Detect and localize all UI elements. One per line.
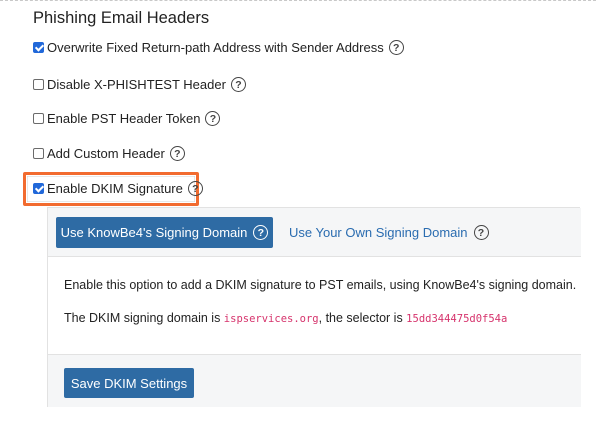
tab-label: Use KnowBe4's Signing Domain — [60, 225, 248, 240]
checkbox-enable-dkim-signature[interactable] — [33, 183, 44, 194]
option-enable-pst-header-token[interactable]: Enable PST Header Token ? — [33, 111, 221, 126]
option-label: Add Custom Header — [47, 146, 165, 161]
option-overwrite-return-path[interactable]: Overwrite Fixed Return-path Address with… — [33, 40, 404, 55]
domain-prefix-text: The DKIM signing domain is — [64, 311, 224, 325]
selector-value: 15dd344475d0f54a — [406, 313, 508, 325]
dkim-description: Enable this option to add a DKIM signatu… — [64, 278, 577, 292]
help-icon[interactable]: ? — [205, 111, 221, 126]
checkbox-overwrite-return-path[interactable] — [33, 42, 44, 53]
dkim-panel-footer: Save DKIM Settings — [48, 354, 581, 407]
selector-prefix-text: , the selector is — [318, 311, 407, 325]
help-icon[interactable]: ? — [169, 146, 185, 161]
option-add-custom-header[interactable]: Add Custom Header ? — [33, 146, 185, 161]
section-title: Phishing Email Headers — [33, 9, 210, 27]
help-icon[interactable]: ? — [230, 77, 246, 92]
help-icon[interactable]: ? — [388, 40, 404, 55]
tab-knowbe4-signing-domain[interactable]: Use KnowBe4's Signing Domain ? — [56, 217, 273, 248]
checkbox-add-custom-header[interactable] — [33, 148, 44, 159]
tab-own-signing-domain[interactable]: Use Your Own Signing Domain ? — [289, 217, 489, 248]
option-label: Overwrite Fixed Return-path Address with… — [47, 40, 384, 55]
checkbox-disable-phishtest-header[interactable] — [33, 79, 44, 90]
option-label: Enable DKIM Signature — [47, 181, 183, 196]
dkim-settings-panel: Use KnowBe4's Signing Domain ? Use Your … — [47, 207, 581, 407]
help-icon[interactable]: ? — [253, 225, 269, 240]
help-icon[interactable]: ? — [187, 181, 203, 196]
checkbox-enable-pst-header-token[interactable] — [33, 113, 44, 124]
dkim-tab-bar: Use KnowBe4's Signing Domain ? Use Your … — [48, 208, 581, 257]
dkim-domain-info: The DKIM signing domain is ispservices.o… — [64, 311, 507, 325]
signing-domain-value: ispservices.org — [223, 313, 319, 325]
tab-label: Use Your Own Signing Domain — [289, 225, 468, 240]
option-enable-dkim-signature[interactable]: Enable DKIM Signature ? — [33, 181, 203, 196]
save-dkim-settings-button[interactable]: Save DKIM Settings — [64, 368, 194, 398]
option-disable-phishtest-header[interactable]: Disable X-PHISHTEST Header ? — [33, 77, 246, 92]
option-label: Disable X-PHISHTEST Header — [47, 77, 226, 92]
help-icon[interactable]: ? — [473, 225, 489, 240]
option-label: Enable PST Header Token — [47, 111, 201, 126]
page-top-border — [0, 0, 596, 1]
